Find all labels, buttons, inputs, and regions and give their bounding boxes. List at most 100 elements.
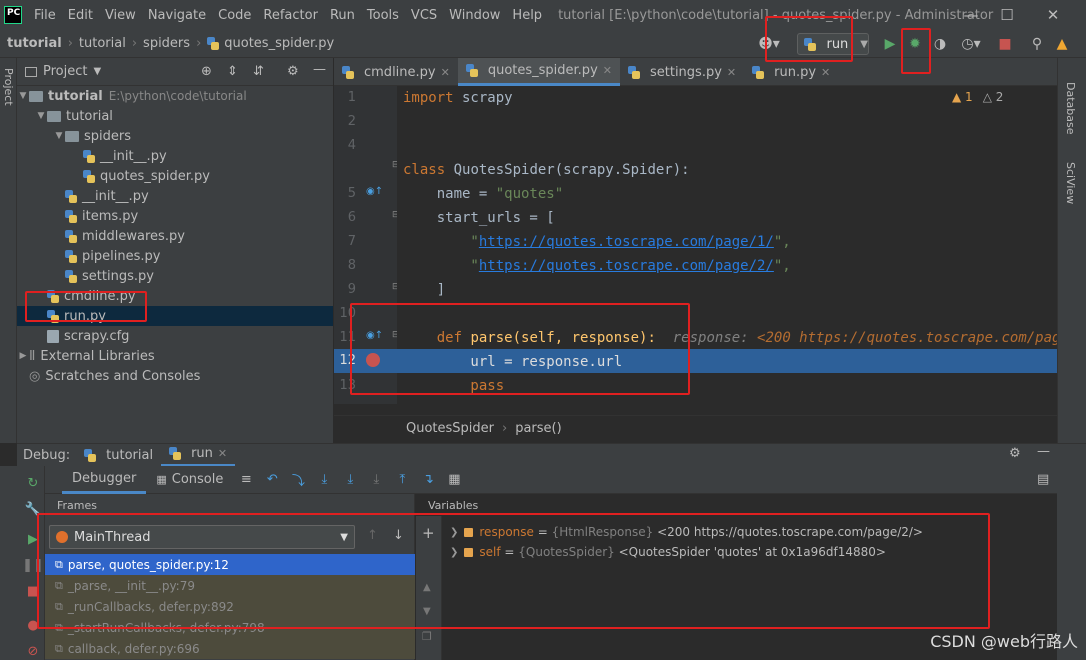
- stack-frame[interactable]: ⧉ parse, quotes_spider.py:12: [45, 554, 415, 575]
- breadcrumb-file[interactable]: quotes_spider.py: [224, 36, 334, 51]
- url-link[interactable]: https://quotes.toscrape.com/page/2/: [479, 258, 774, 274]
- menu-refactor[interactable]: Refactor: [257, 8, 324, 23]
- chevron-right-icon[interactable]: ▶: [17, 351, 29, 361]
- wrench-icon[interactable]: 🔧: [24, 500, 42, 518]
- copy-icon[interactable]: ❐: [422, 630, 432, 643]
- project-tool-tab[interactable]: Project: [2, 68, 15, 106]
- run-configuration-select[interactable]: run ▼: [797, 33, 869, 55]
- maximize-button[interactable]: ☐: [984, 0, 1030, 30]
- tab-quotes-spider[interactable]: quotes_spider.py ✕: [457, 58, 620, 86]
- rerun-icon[interactable]: ↻: [24, 474, 42, 492]
- chevron-down-icon[interactable]: ▼: [17, 91, 29, 101]
- profile-icon[interactable]: ◷▾: [955, 33, 987, 55]
- layout-settings-icon[interactable]: ▤: [1037, 472, 1049, 487]
- chevron-right-icon[interactable]: ❯: [450, 547, 458, 558]
- mute-breakpoints-icon[interactable]: ⊘: [24, 642, 42, 660]
- menu-vcs[interactable]: VCS: [405, 8, 443, 23]
- collapse-all-icon[interactable]: ⇵: [253, 64, 264, 79]
- step-out-icon[interactable]: ⤒: [389, 469, 415, 491]
- tree-item[interactable]: cmdline.py: [17, 286, 333, 306]
- gear-icon[interactable]: ⚙: [287, 64, 299, 79]
- stack-frame[interactable]: ⧉ _runCallbacks, defer.py:892: [45, 596, 415, 617]
- tab-console[interactable]: ▦ Console: [146, 472, 233, 487]
- gear-icon[interactable]: ⚙: [1009, 446, 1021, 461]
- menu-lines-icon[interactable]: ≡: [233, 469, 259, 491]
- menu-code[interactable]: Code: [212, 8, 257, 23]
- menu-window[interactable]: Window: [443, 8, 506, 23]
- move-up-icon[interactable]: ▲: [423, 582, 431, 593]
- thread-select[interactable]: MainThread ▼: [49, 525, 355, 549]
- tree-item-root[interactable]: ▼ tutorial E:\python\code\tutorial: [17, 86, 333, 106]
- hide-panel-icon[interactable]: —: [313, 62, 326, 77]
- variable-row[interactable]: ❯ response = {HtmlResponse} <200 https://…: [450, 522, 923, 542]
- debug-session-tab-tutorial[interactable]: tutorial: [76, 444, 161, 467]
- previous-frame-icon[interactable]: ↑: [367, 528, 378, 543]
- variable-row[interactable]: ❯ self = {QuotesSpider} <QuotesSpider 'qu…: [450, 542, 886, 562]
- run-to-cursor-icon[interactable]: ↴: [415, 469, 441, 491]
- tab-run[interactable]: run.py ✕: [744, 58, 838, 86]
- editor-breadcrumb-method[interactable]: parse(): [515, 421, 561, 436]
- menu-navigate[interactable]: Navigate: [142, 8, 212, 23]
- menu-tools[interactable]: Tools: [361, 8, 405, 23]
- tree-item[interactable]: ▼ tutorial: [17, 106, 333, 126]
- tree-item[interactable]: settings.py: [17, 266, 333, 286]
- tree-item[interactable]: run.py: [17, 306, 333, 326]
- pause-icon[interactable]: ❚❚: [22, 556, 44, 574]
- expand-all-icon[interactable]: ⇕: [227, 64, 238, 79]
- debug-session-tab-run[interactable]: run ✕: [161, 444, 236, 467]
- menu-view[interactable]: View: [99, 8, 142, 23]
- stack-frame[interactable]: ⧉ _startRunCallbacks, defer.py:798: [45, 617, 415, 638]
- tree-item[interactable]: scrapy.cfg: [17, 326, 333, 346]
- tab-cmdline[interactable]: cmdline.py ✕: [334, 58, 458, 86]
- inspection-widget[interactable]: ▲ 1 △ 2: [952, 90, 1003, 104]
- locate-icon[interactable]: ⊕: [201, 64, 212, 79]
- step-into-my-code-icon[interactable]: ⤓: [337, 469, 363, 491]
- breadcrumb-spiders[interactable]: spiders: [143, 36, 190, 51]
- hide-panel-icon[interactable]: —: [1037, 444, 1050, 459]
- resume-icon[interactable]: ▶: [24, 530, 42, 548]
- tab-settings[interactable]: settings.py ✕: [620, 58, 744, 86]
- stop-icon[interactable]: ■: [995, 33, 1015, 55]
- close-tab-icon[interactable]: ✕: [603, 64, 612, 77]
- step-over-icon[interactable]: ⤵: [285, 469, 311, 491]
- debug-bug-icon[interactable]: ✹: [905, 33, 925, 55]
- tree-item-scratches[interactable]: ◎ Scratches and Consoles: [17, 366, 333, 386]
- menu-help[interactable]: Help: [506, 8, 548, 23]
- close-window-button[interactable]: ✕: [1030, 0, 1076, 30]
- next-frame-icon[interactable]: ↓: [393, 528, 404, 543]
- view-breakpoints-icon[interactable]: ●: [24, 616, 42, 634]
- override-method-icon[interactable]: ◉↑: [366, 186, 383, 197]
- chevron-down-icon[interactable]: ▼: [93, 66, 101, 77]
- search-icon[interactable]: ⚲: [1027, 33, 1047, 55]
- close-tab-icon[interactable]: ✕: [218, 447, 227, 460]
- chevron-right-icon[interactable]: ❯: [450, 527, 458, 538]
- add-watch-icon[interactable]: +: [422, 524, 435, 542]
- close-tab-icon[interactable]: ✕: [821, 66, 830, 79]
- menu-file[interactable]: File: [28, 8, 62, 23]
- move-down-icon[interactable]: ▼: [423, 606, 431, 617]
- tree-item[interactable]: __init__.py: [17, 146, 333, 166]
- tree-item[interactable]: items.py: [17, 206, 333, 226]
- stack-frame[interactable]: ⧉ callback, defer.py:696: [45, 638, 415, 659]
- tree-item[interactable]: ▼ spiders: [17, 126, 333, 146]
- chevron-down-icon[interactable]: ▼: [53, 131, 65, 141]
- run-icon[interactable]: ▶: [880, 33, 900, 55]
- tree-item[interactable]: __init__.py: [17, 186, 333, 206]
- close-tab-icon[interactable]: ✕: [727, 66, 736, 79]
- stop-icon[interactable]: ■: [24, 582, 42, 600]
- update-icon[interactable]: ▲: [1052, 33, 1072, 55]
- database-tool-tab[interactable]: Database: [1064, 82, 1077, 135]
- stack-frame[interactable]: ⧉ _parse, __init__.py:79: [45, 575, 415, 596]
- project-panel-title[interactable]: Project: [43, 64, 87, 79]
- show-execution-point-icon[interactable]: ↶: [259, 469, 285, 491]
- force-step-into-icon[interactable]: ⤓: [363, 469, 389, 491]
- coverage-icon[interactable]: ◑: [930, 33, 950, 55]
- code-editor[interactable]: import scrapy class QuotesSpider(scrapy.…: [397, 86, 1057, 404]
- close-tab-icon[interactable]: ✕: [441, 66, 450, 79]
- tree-item-external-libraries[interactable]: ▶ Ⅱ External Libraries: [17, 346, 333, 366]
- tree-item[interactable]: quotes_spider.py: [17, 166, 333, 186]
- tree-item[interactable]: middlewares.py: [17, 226, 333, 246]
- url-link[interactable]: https://quotes.toscrape.com/page/1/: [479, 234, 774, 250]
- evaluate-expression-icon[interactable]: ▦: [441, 469, 467, 491]
- sciview-tool-tab[interactable]: SciView: [1064, 162, 1077, 204]
